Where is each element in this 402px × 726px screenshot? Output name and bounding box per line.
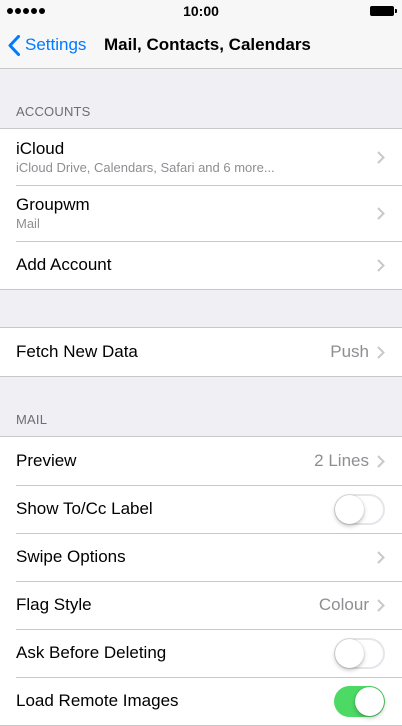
row-value: Colour	[318, 595, 369, 614]
navigation-bar: Settings Mail, Contacts, Calendars	[0, 22, 402, 69]
row-sublabel: iCloud Drive, Calendars, Safari and 6 mo…	[16, 159, 275, 175]
status-time: 10:00	[183, 3, 219, 19]
account-row-icloud[interactable]: iCloud iCloud Drive, Calendars, Safari a…	[0, 129, 402, 185]
row-label: Flag Style	[16, 595, 92, 614]
chevron-right-icon	[377, 454, 385, 468]
toggle-knob	[355, 686, 384, 716]
add-account-row[interactable]: Add Account	[0, 241, 402, 289]
row-label: Show To/Cc Label	[16, 499, 153, 518]
fetch-group: Fetch New Data Push	[0, 328, 402, 377]
row-label: iCloud	[16, 138, 65, 158]
section-header-mail: MAIL	[16, 412, 48, 427]
chevron-right-icon	[377, 598, 385, 612]
account-row-groupwm[interactable]: Groupwm Mail	[0, 185, 402, 241]
row-value: 2 Lines	[314, 451, 369, 470]
chevron-right-icon	[377, 206, 385, 220]
row-sublabel: Mail	[16, 215, 40, 231]
row-label: Fetch New Data	[16, 342, 138, 361]
chevron-left-icon	[8, 34, 20, 56]
chevron-right-icon	[377, 258, 385, 272]
show-tocc-label-toggle[interactable]	[334, 493, 385, 525]
row-label: Groupwm	[16, 194, 90, 214]
row-label: Ask Before Deleting	[16, 643, 167, 662]
mail-group: Preview 2 Lines Show To/Cc Label Swipe O…	[0, 436, 402, 726]
show-tocc-label-row: Show To/Cc Label	[0, 485, 402, 533]
section-spacer	[0, 290, 402, 328]
section-header-accounts: ACCOUNTS	[16, 104, 91, 119]
back-button[interactable]: Settings	[8, 22, 86, 68]
fetch-new-data-row[interactable]: Fetch New Data Push	[0, 328, 402, 376]
toggle-knob	[335, 494, 364, 524]
flag-style-row[interactable]: Flag Style Colour	[0, 581, 402, 629]
swipe-options-row[interactable]: Swipe Options	[0, 533, 402, 581]
status-bar: 10:00	[0, 0, 402, 22]
chevron-right-icon	[377, 150, 385, 164]
row-label: Load Remote Images	[16, 691, 179, 710]
ask-before-deleting-row: Ask Before Deleting	[0, 629, 402, 677]
chevron-right-icon	[377, 550, 385, 564]
row-value: Push	[330, 342, 369, 361]
load-remote-images-toggle[interactable]	[334, 685, 385, 717]
row-label: Add Account	[16, 255, 112, 274]
accounts-group: iCloud iCloud Drive, Calendars, Safari a…	[0, 128, 402, 290]
battery-icon	[370, 6, 397, 16]
ask-before-deleting-toggle[interactable]	[334, 637, 385, 669]
toggle-knob	[335, 638, 364, 668]
row-label: Preview	[16, 451, 77, 470]
settings-list: ACCOUNTS iCloud iCloud Drive, Calendars,…	[0, 69, 402, 726]
chevron-right-icon	[377, 345, 385, 359]
load-remote-images-row: Load Remote Images	[0, 677, 402, 725]
row-label: Swipe Options	[16, 547, 126, 566]
page-title: Mail, Contacts, Calendars	[104, 35, 311, 54]
back-button-label: Settings	[25, 35, 87, 54]
preview-row[interactable]: Preview 2 Lines	[0, 437, 402, 485]
